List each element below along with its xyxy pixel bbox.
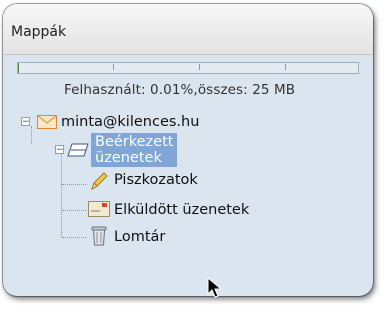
folder-item-drafts[interactable]: Piszkozatok [114,169,198,191]
folder-label-trash: Lomtár [114,229,166,245]
inbox-collapse-toggle[interactable]: − [55,145,64,155]
inbox-folder-item[interactable]: Beérkezett üzenetek [91,133,178,167]
tree-connector [31,126,32,144]
quota-text: Felhasznált: 0.01%,összes: 25 MB [64,82,296,98]
pencil-icon [91,172,108,191]
folder-item-trash[interactable]: Lomtár [114,226,165,248]
tree-connector [62,210,86,211]
account-collapse-toggle[interactable]: − [21,117,30,127]
window-frame: Mappák Felhasznált: 0.01%,összes: 25 MB … [0,0,384,309]
quota-progress-bar [17,62,359,74]
trash-can-icon [91,226,107,246]
panel-header: Mappák [3,4,373,55]
tree-connector [61,153,62,237]
inbox-tray-icon [67,143,89,157]
account-label: minta@kilences.hu [61,114,200,130]
account-item[interactable]: minta@kilences.hu [61,111,199,133]
folder-label-sent: Elküldött üzenetek [114,202,250,218]
folders-panel: Mappák Felhasznált: 0.01%,összes: 25 MB … [3,4,373,296]
quota-progress-fill [18,63,20,73]
inbox-folder-label: Beérkezett üzenetek [91,133,178,167]
envelope-icon [37,115,57,129]
tree-connector [62,237,86,238]
quota-tick [113,64,114,70]
sent-mail-icon [88,201,110,217]
quota-tick [199,64,200,70]
mouse-cursor-icon [207,277,223,298]
panel-title: Mappák [11,24,67,40]
folder-label-drafts: Piszkozatok [114,172,198,188]
tree-connector [62,184,86,185]
quota-tick [285,64,286,70]
folder-item-sent[interactable]: Elküldött üzenetek [114,199,249,221]
